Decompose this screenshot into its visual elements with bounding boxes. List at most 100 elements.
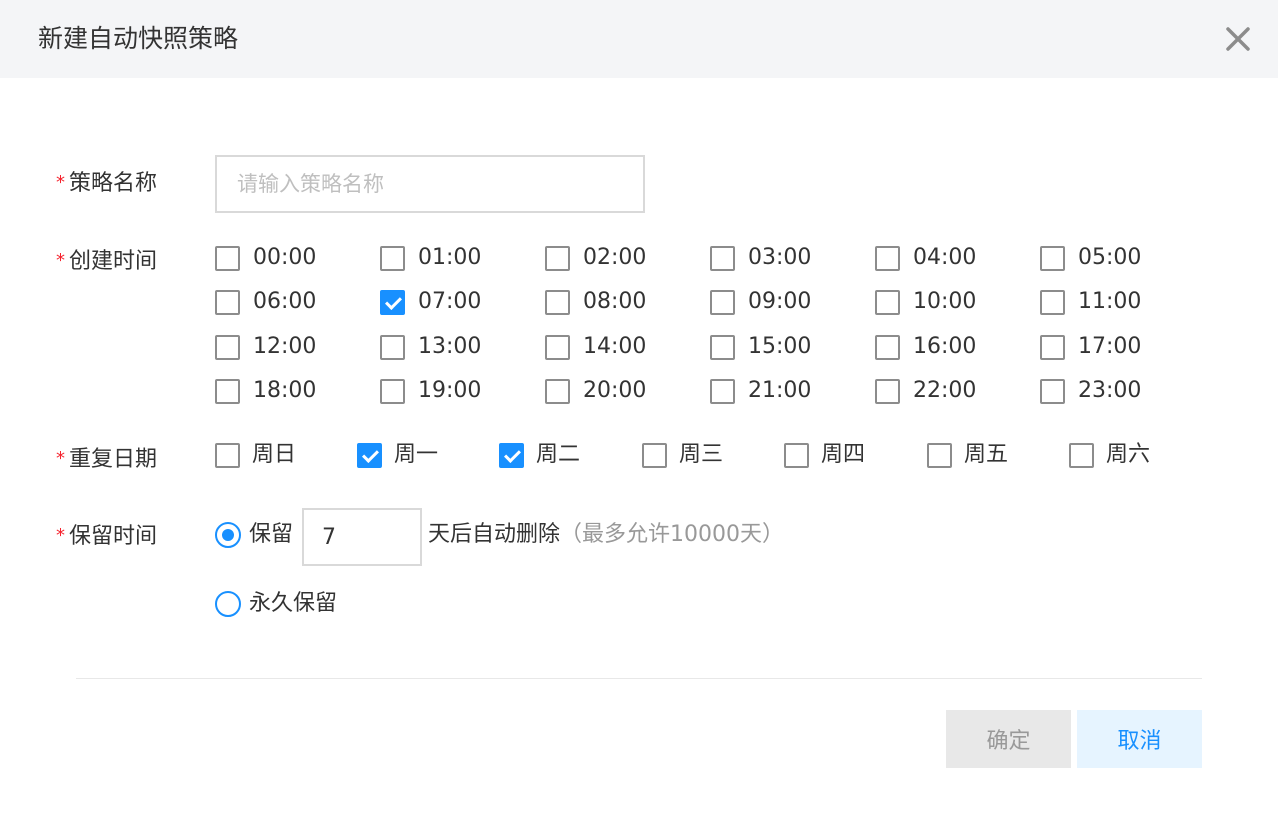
create-time-option-label: 02:00: [583, 245, 647, 270]
create-time-option-label: 17:00: [1078, 334, 1142, 359]
auto-delete-text: 天后自动删除: [428, 522, 561, 547]
create-time-label-text: 创建时间: [69, 249, 158, 274]
create-time-option-label: 11:00: [1078, 289, 1142, 314]
retention-keep-radio[interactable]: 保留: [215, 520, 293, 550]
create-time-checkbox[interactable]: 00:00: [215, 243, 316, 273]
repeat-day-checkbox[interactable]: 周日: [215, 440, 296, 470]
retention-limit-hint: （最多允许10000天）: [560, 522, 785, 547]
create-time-checkbox[interactable]: 14:00: [545, 332, 646, 362]
repeat-day-option-label: 周六: [1106, 442, 1151, 467]
retention-days-input[interactable]: [302, 508, 422, 566]
checkbox-box: [380, 334, 405, 360]
create-time-checkbox[interactable]: 05:00: [1040, 243, 1141, 273]
required-mark: *: [56, 525, 65, 546]
checkbox-box: [710, 378, 735, 404]
repeat-day-option-label: 周日: [252, 442, 297, 467]
checkbox-box: [1040, 334, 1065, 360]
close-icon[interactable]: [1224, 25, 1252, 53]
create-time-checkbox[interactable]: 15:00: [710, 332, 811, 362]
checkbox-checked-icon: [357, 442, 382, 468]
retention-label-text: 保留时间: [69, 524, 158, 549]
policy-name-input[interactable]: [215, 155, 645, 213]
checkbox-box: [545, 378, 570, 404]
checkbox-box: [875, 245, 900, 271]
required-mark: *: [56, 448, 65, 469]
checkbox-box: [875, 289, 900, 315]
retention-forever-radio[interactable]: 永久保留: [215, 589, 337, 619]
retention-after-text: 天后自动删除（最多允许10000天）: [428, 520, 784, 550]
retention-forever-label: 永久保留: [249, 591, 338, 616]
create-time-option-label: 00:00: [253, 245, 317, 270]
radio-circle: [215, 522, 241, 548]
checkbox-box: [710, 334, 735, 360]
radio-circle: [215, 591, 241, 617]
create-time-option-label: 07:00: [418, 289, 482, 314]
create-time-checkbox[interactable]: 08:00: [545, 287, 646, 317]
repeat-day-checkbox[interactable]: 周三: [642, 440, 723, 470]
checkbox-box: [215, 245, 240, 271]
repeat-day-option-label: 周一: [394, 442, 439, 467]
close-icon-svg: [1226, 27, 1250, 51]
create-time-checkbox[interactable]: 06:00: [215, 287, 316, 317]
create-time-checkbox[interactable]: 22:00: [875, 376, 976, 406]
create-time-checkbox[interactable]: 17:00: [1040, 332, 1141, 362]
create-time-checkbox[interactable]: 12:00: [215, 332, 316, 362]
create-time-option-label: 21:00: [748, 378, 812, 403]
create-time-checkbox[interactable]: 23:00: [1040, 376, 1141, 406]
create-time-checkbox[interactable]: 10:00: [875, 287, 976, 317]
repeat-day-option-label: 周五: [964, 442, 1009, 467]
checkbox-box: [784, 442, 809, 468]
create-time-checkbox[interactable]: 04:00: [875, 243, 976, 273]
create-time-checkbox[interactable]: 20:00: [545, 376, 646, 406]
checkbox-box: [215, 378, 240, 404]
checkbox-box: [1040, 245, 1065, 271]
checkbox-box: [927, 442, 952, 468]
dialog-header: 新建自动快照策略: [0, 0, 1278, 78]
checkbox-box: [545, 289, 570, 315]
create-time-option-label: 22:00: [913, 378, 977, 403]
dialog-title: 新建自动快照策略: [38, 24, 239, 53]
repeat-day-checkbox[interactable]: 周四: [784, 440, 865, 470]
repeat-day-checkbox[interactable]: 周一: [357, 440, 438, 470]
repeat-day-checkbox[interactable]: 周五: [927, 440, 1008, 470]
create-time-option-label: 13:00: [418, 334, 482, 359]
create-time-checkbox[interactable]: 02:00: [545, 243, 646, 273]
checkbox-box: [215, 442, 240, 468]
required-mark: *: [56, 172, 65, 193]
checkbox-checked-icon: [380, 289, 405, 315]
cancel-button[interactable]: 取消: [1077, 710, 1202, 768]
create-time-checkbox[interactable]: 01:00: [380, 243, 481, 273]
create-time-checkbox[interactable]: 03:00: [710, 243, 811, 273]
create-time-checkbox[interactable]: 18:00: [215, 376, 316, 406]
create-time-option-label: 01:00: [418, 245, 482, 270]
create-time-checkbox[interactable]: 13:00: [380, 332, 481, 362]
confirm-button[interactable]: 确定: [946, 710, 1071, 768]
create-time-option-label: 09:00: [748, 289, 812, 314]
create-time-checkbox[interactable]: 09:00: [710, 287, 811, 317]
checkbox-box: [1040, 378, 1065, 404]
checkbox-box: [642, 442, 667, 468]
checkbox-checked-icon: [499, 442, 524, 468]
checkbox-box: [1040, 289, 1065, 315]
policy-name-label-text: 策略名称: [69, 171, 158, 196]
create-time-checkbox[interactable]: 16:00: [875, 332, 976, 362]
checkbox-box: [380, 378, 405, 404]
checkbox-box: [215, 289, 240, 315]
repeat-day-checkbox[interactable]: 周二: [499, 440, 580, 470]
create-time-option-label: 23:00: [1078, 378, 1142, 403]
checkbox-box: [875, 378, 900, 404]
create-time-checkbox[interactable]: 11:00: [1040, 287, 1141, 317]
create-time-label: * 创建时间: [56, 247, 157, 278]
create-time-option-label: 20:00: [583, 378, 647, 403]
retention-label: * 保留时间: [56, 522, 157, 553]
repeat-day-checkbox[interactable]: 周六: [1069, 440, 1150, 470]
create-time-checkbox[interactable]: 07:00: [380, 287, 481, 317]
checkbox-box: [215, 334, 240, 360]
create-time-checkbox[interactable]: 21:00: [710, 376, 811, 406]
create-time-checkbox[interactable]: 19:00: [380, 376, 481, 406]
create-time-option-label: 04:00: [913, 245, 977, 270]
create-time-option-label: 08:00: [583, 289, 647, 314]
retention-keep-label: 保留: [249, 522, 294, 547]
checkbox-box: [545, 245, 570, 271]
checkbox-box: [710, 289, 735, 315]
